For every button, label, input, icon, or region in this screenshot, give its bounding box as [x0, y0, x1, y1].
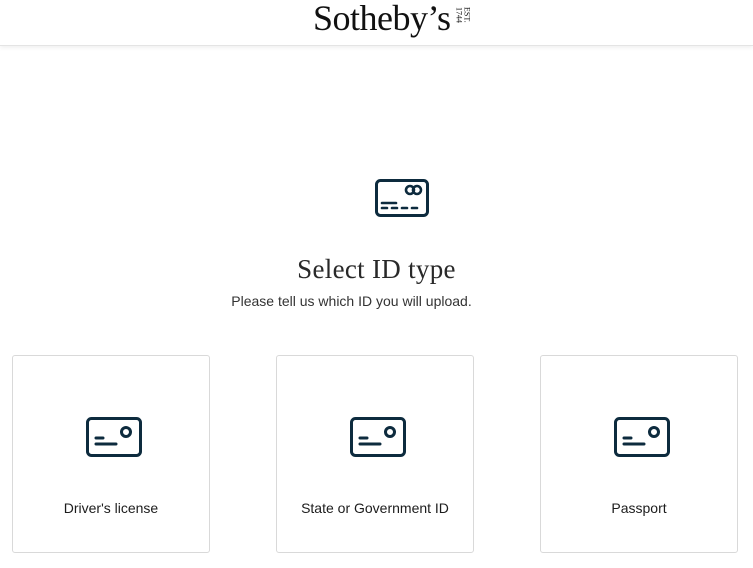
credit-card-icon — [375, 179, 429, 217]
page-title: Select ID type — [297, 254, 456, 284]
logo-wordmark: Sotheby’s — [313, 0, 451, 38]
option-drivers-license[interactable]: Driver's license — [12, 355, 210, 553]
page-subtitle: Please tell us which ID you will upload. — [231, 293, 472, 309]
option-state-government-id[interactable]: State or Government ID — [276, 355, 474, 553]
option-label: State or Government ID — [301, 500, 449, 516]
option-passport[interactable]: Passport — [540, 355, 738, 553]
top-header: Sotheby’s EST. 1744 — [0, 0, 753, 46]
option-label: Passport — [611, 500, 667, 516]
id-card-icon — [86, 417, 142, 457]
id-card-icon — [614, 417, 670, 457]
sothebys-logo[interactable]: Sotheby’s EST. 1744 — [313, 0, 472, 40]
logo-est-1744: EST. 1744 — [454, 7, 472, 23]
id-card-icon — [350, 417, 406, 457]
option-label: Driver's license — [63, 500, 159, 516]
